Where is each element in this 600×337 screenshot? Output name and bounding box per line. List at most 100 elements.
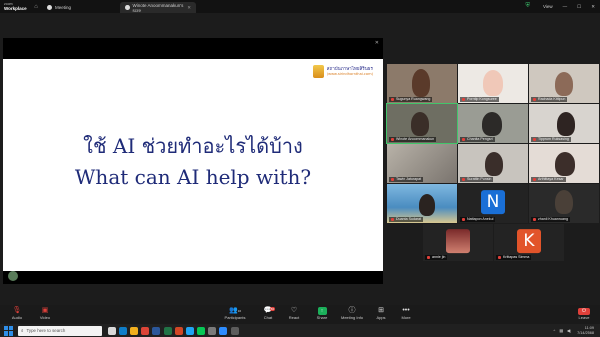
meeting-info-button[interactable]: ⓘ Meeting Info	[337, 307, 367, 320]
muted-mic-icon: 🎙	[12, 307, 22, 314]
muted-mic-icon	[498, 256, 501, 259]
participants-icon: 👥16	[228, 307, 242, 314]
video-button[interactable]: ▣ Video	[30, 307, 60, 320]
store-icon[interactable]	[185, 326, 194, 335]
title-bar: zoom Workplace ⌂ Meeting Winote Anoomman…	[0, 0, 600, 13]
app-icon[interactable]	[208, 326, 217, 335]
participants-button[interactable]: 👥16 Participants	[220, 307, 250, 320]
presenter-avatar	[8, 271, 18, 281]
slide-title-thai: ใช้ AI ช่วยทำอะไรได้บ้าง	[83, 134, 303, 158]
screen-share-icon	[125, 5, 130, 10]
more-icon: •••	[402, 307, 410, 314]
maximize-icon[interactable]: ☐	[577, 4, 581, 10]
participant-name: Winote Anoommanakun	[396, 137, 435, 141]
video-tile[interactable]: Surattin Punsin	[458, 144, 528, 183]
windows-start-icon[interactable]	[4, 325, 14, 336]
participant-video	[485, 152, 503, 176]
avatar-image	[446, 228, 470, 253]
close-tab-icon[interactable]: ✕	[187, 5, 191, 11]
participant-name: Porntip Kongsuree	[467, 97, 497, 101]
tab-label: Winote Anoommanakun's scre	[132, 2, 184, 13]
task-view-icon[interactable]	[107, 326, 116, 335]
video-tile[interactable]: Rachada Kittipun	[529, 64, 599, 103]
participant-name: Krittapas Simma	[503, 255, 530, 259]
muted-mic-icon	[391, 138, 394, 141]
heart-icon: ♡	[290, 307, 298, 314]
participant-name: Chanita Pengsri	[467, 137, 493, 141]
taskbar-apps	[106, 326, 240, 335]
participant-name: Rachada Kittipun	[538, 97, 566, 101]
edge-icon[interactable]	[118, 326, 127, 335]
audio-button[interactable]: 🎙 Audio	[2, 307, 32, 320]
video-tile[interactable]: Tipprum Ruksasing	[529, 104, 599, 143]
muted-mic-icon	[462, 218, 465, 221]
view-button[interactable]: View	[543, 4, 553, 9]
participant-video	[411, 112, 429, 136]
shield-icon[interactable]: ⛨	[525, 3, 530, 10]
muted-mic-icon	[533, 178, 536, 181]
video-off-icon: ▣	[41, 307, 49, 314]
file-explorer-icon[interactable]	[129, 326, 138, 335]
video-tile-video-off[interactable]: annie jin	[423, 224, 493, 261]
participant-name: Surattin Punsin	[467, 177, 492, 181]
participant-video	[482, 112, 502, 136]
participant-name: annie jin	[432, 255, 446, 259]
participant-video	[557, 112, 575, 136]
windows-taskbar: ⌕ Type here to search ^ ▦ ◀) 11:09 7/14/…	[0, 324, 600, 337]
participant-name: Tawin Jaturapat	[396, 177, 422, 181]
muted-mic-icon	[533, 218, 536, 221]
leave-icon: ⏻	[578, 308, 590, 315]
brand-name: สถาบันภาษาไทยสิรินธร	[326, 66, 373, 72]
app-icon[interactable]	[230, 326, 239, 335]
meeting-toolbar: 🎙 Audio ▣ Video 👥16 Participants 50 💬 Ch…	[0, 305, 600, 324]
word-icon[interactable]	[152, 326, 161, 335]
participant-video	[555, 72, 573, 96]
muted-mic-icon	[391, 98, 394, 101]
search-icon: ⌕	[21, 328, 24, 333]
video-tile-video-off[interactable]: N Nattapon Anekul	[458, 184, 528, 223]
participant-name: Tipprum Ruksasing	[538, 137, 569, 141]
avatar-initial: N	[481, 189, 505, 214]
powerpoint-icon[interactable]	[174, 326, 183, 335]
tab-screen-share[interactable]: Winote Anoommanakun's scre ✕	[120, 2, 196, 13]
clock[interactable]: 11:09 7/14/2568	[577, 326, 594, 335]
institute-seal-icon	[312, 65, 324, 78]
video-tile[interactable]: zhanli Khuanruang	[529, 184, 599, 223]
tray-chevron-icon[interactable]: ^	[554, 329, 556, 333]
taskbar-search-input[interactable]: ⌕ Type here to search	[18, 325, 102, 336]
video-tile[interactable]: Sugunya Ruangwang	[387, 64, 457, 103]
muted-mic-icon	[391, 178, 394, 181]
more-button[interactable]: ••• More	[391, 307, 421, 320]
brand-website: (www.sirindhornthai.com)	[326, 71, 373, 76]
share-screen-icon: ↑	[317, 307, 327, 315]
close-share-icon[interactable]: ✕	[375, 40, 379, 46]
video-tile[interactable]: Arthittaya Kesar	[529, 144, 599, 183]
minimize-icon[interactable]: —	[563, 4, 568, 9]
video-tile[interactable]: Chanita Pengsri	[458, 104, 528, 143]
leave-button[interactable]: ⏻ Leave	[573, 308, 595, 320]
line-icon[interactable]	[197, 326, 206, 335]
video-tile[interactable]: Duanta Sudarat	[387, 184, 457, 223]
video-tile[interactable]: Tawin Jaturapat	[387, 144, 457, 183]
participant-name: zhanli Khuanruang	[538, 217, 568, 221]
video-tile-active-speaker[interactable]: Winote Anoommanakun	[386, 103, 458, 144]
share-button[interactable]: ↑ Share	[307, 307, 337, 320]
react-button[interactable]: ♡ React	[279, 307, 309, 320]
zoom-icon[interactable]	[219, 326, 228, 335]
video-tile[interactable]: Porntip Kongsuree	[458, 64, 528, 103]
muted-mic-icon	[427, 256, 430, 259]
tab-meeting[interactable]: Meeting	[42, 2, 120, 13]
muted-mic-icon	[462, 138, 465, 141]
network-icon[interactable]: ▦	[559, 328, 563, 333]
volume-icon[interactable]: ◀)	[567, 328, 571, 333]
participant-name: Nattapon Anekul	[467, 217, 494, 221]
close-window-icon[interactable]: ✕	[591, 4, 595, 10]
muted-mic-icon	[462, 178, 465, 181]
slide-brand: สถาบันภาษาไทยสิรินธร (www.sirindhornthai…	[312, 65, 373, 78]
excel-icon[interactable]	[163, 326, 172, 335]
home-icon[interactable]: ⌂	[30, 4, 42, 10]
chrome-icon[interactable]	[141, 326, 150, 335]
presentation-slide: สถาบันภาษาไทยสิรินธร (www.sirindhornthai…	[3, 59, 383, 271]
video-tile-video-off[interactable]: K Krittapas Simma	[494, 224, 564, 261]
participant-video	[412, 69, 430, 97]
